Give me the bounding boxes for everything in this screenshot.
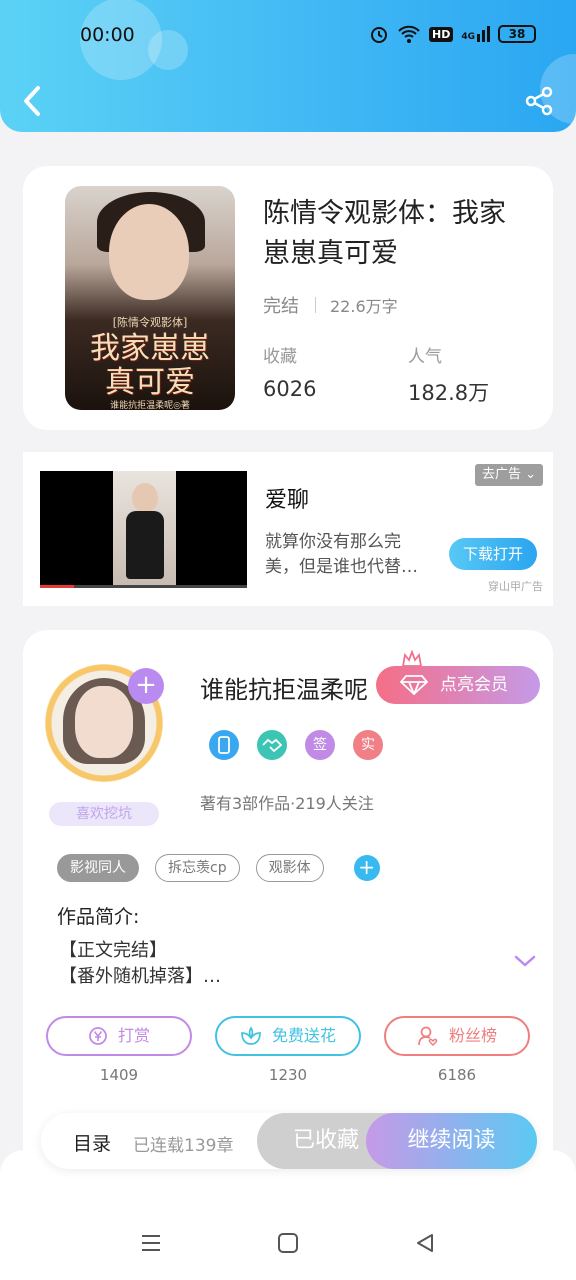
tip-action: 打赏 1409 — [46, 1016, 192, 1084]
wifi-icon — [398, 25, 420, 43]
back-nav-icon[interactable] — [414, 1232, 436, 1254]
ad-download-button[interactable]: 下载打开 — [449, 538, 537, 570]
ad-video[interactable] — [40, 471, 247, 588]
ad-description: 就算你没有那么完美，但是谁也代替… — [265, 532, 418, 577]
tip-button[interactable]: 打赏 — [46, 1016, 192, 1056]
header: 00:00 HD 4G 38 — [0, 0, 576, 132]
intro-text: 【正文完结】 【番外随机掉落】… — [59, 940, 221, 987]
handshake-badge-icon — [257, 730, 287, 760]
bottom-action-bar: 目录 已连载139章 已收藏 继续阅读 — [41, 1113, 537, 1169]
ad-source: 穿山甲广告 — [488, 580, 543, 593]
home-nav-icon[interactable] — [277, 1232, 299, 1254]
divider — [315, 297, 316, 313]
ad-banner[interactable]: 爱聊 就算你没有那么完美，但是谁也代替… 去广告 ⌄ 下载打开 穿山甲广告 — [23, 452, 553, 606]
status-time: 00:00 — [80, 24, 135, 46]
book-meta: 完结 22.6万字 — [263, 292, 398, 318]
tag-item[interactable]: 观影体 — [255, 854, 324, 882]
fan-rank-action: 粉丝榜 6186 — [384, 1016, 530, 1084]
author-tag: 喜欢挖坑 — [49, 802, 159, 826]
popularity-stat: 人气 182.8万 — [408, 347, 490, 405]
flower-button[interactable]: 免费送花 — [215, 1016, 361, 1056]
action-row: 打赏 1409 免费送花 1230 粉丝榜 6186 — [46, 1016, 530, 1084]
flower-count: 1230 — [268, 1066, 308, 1084]
book-word-count: 22.6万字 — [330, 297, 398, 316]
share-button[interactable] — [524, 86, 554, 116]
cover-title: 我家崽崽 真可爱 — [90, 331, 210, 400]
book-status: 完结 — [263, 296, 299, 317]
yen-icon — [89, 1027, 107, 1045]
tag-item[interactable]: 影视同人 — [57, 854, 139, 882]
decor-bubble — [148, 30, 188, 70]
remove-ad-button[interactable]: 去广告 ⌄ — [474, 464, 543, 486]
menu-nav-icon[interactable] — [140, 1232, 162, 1254]
author-works: 著有3部作品·219人关注 — [200, 794, 374, 813]
back-button[interactable] — [18, 84, 48, 118]
continue-reading-button[interactable]: 继续阅读 — [366, 1113, 537, 1169]
fan-rank-button[interactable]: 粉丝榜 — [384, 1016, 530, 1056]
vip-button[interactable]: 点亮会员 — [376, 666, 540, 704]
toc-button[interactable]: 目录 — [73, 1129, 111, 1156]
battery-icon: 38 — [498, 25, 536, 43]
follow-button[interactable]: + — [128, 668, 164, 704]
book-info-card: [陈情令观影体] 我家崽崽 真可爱 谁能抗拒温柔呢◎著 陈情令观影体：我家崽崽真… — [23, 166, 553, 430]
alarm-icon — [371, 27, 387, 43]
book-title: 陈情令观影体：我家崽崽真可爱 — [263, 198, 506, 269]
hd-icon: HD — [429, 26, 454, 42]
flower-icon — [241, 1026, 261, 1045]
collect-stat: 收藏 6026 — [263, 347, 317, 401]
book-cover[interactable]: [陈情令观影体] 我家崽崽 真可爱 谁能抗拒温柔呢◎著 — [65, 186, 235, 410]
bottom-panel — [0, 1150, 576, 1280]
author-badges: 签 实 — [209, 730, 383, 760]
chevron-down-icon: ⌄ — [525, 467, 536, 482]
author-card: + 喜欢挖坑 谁能抗拒温柔呢 点亮会员 签 实 著有3部作品·219人关注 影视… — [23, 630, 553, 1190]
tip-count: 1409 — [99, 1066, 139, 1084]
fan-icon — [418, 1026, 438, 1047]
cover-author: 谁能抗拒温柔呢◎著 — [110, 401, 190, 410]
tag-list: 影视同人 拆忘羡cp 观影体 + — [57, 854, 380, 882]
cover-series: [陈情令观影体] — [112, 316, 188, 329]
verified-badge: 实 — [353, 730, 383, 760]
chapter-count: 已连载139章 — [133, 1136, 234, 1156]
fan-rank-count: 6186 — [437, 1066, 477, 1084]
tag-item[interactable]: 拆忘羡cp — [155, 854, 240, 882]
add-tag-button[interactable]: + — [353, 855, 380, 881]
ad-video-progress — [40, 585, 74, 588]
diamond-icon — [400, 675, 428, 695]
intro-label: 作品简介: — [57, 906, 140, 928]
expand-chevron-icon[interactable] — [513, 954, 537, 968]
signal-icon: 4G — [461, 26, 490, 42]
author-name[interactable]: 谁能抗拒温柔呢 — [200, 670, 368, 705]
status-icons: HD 4G 38 — [369, 24, 536, 44]
signed-badge: 签 — [305, 730, 335, 760]
flower-action: 免费送花 1230 — [215, 1016, 361, 1084]
ad-title: 爱聊 — [265, 488, 310, 513]
phone-badge-icon — [209, 730, 239, 760]
